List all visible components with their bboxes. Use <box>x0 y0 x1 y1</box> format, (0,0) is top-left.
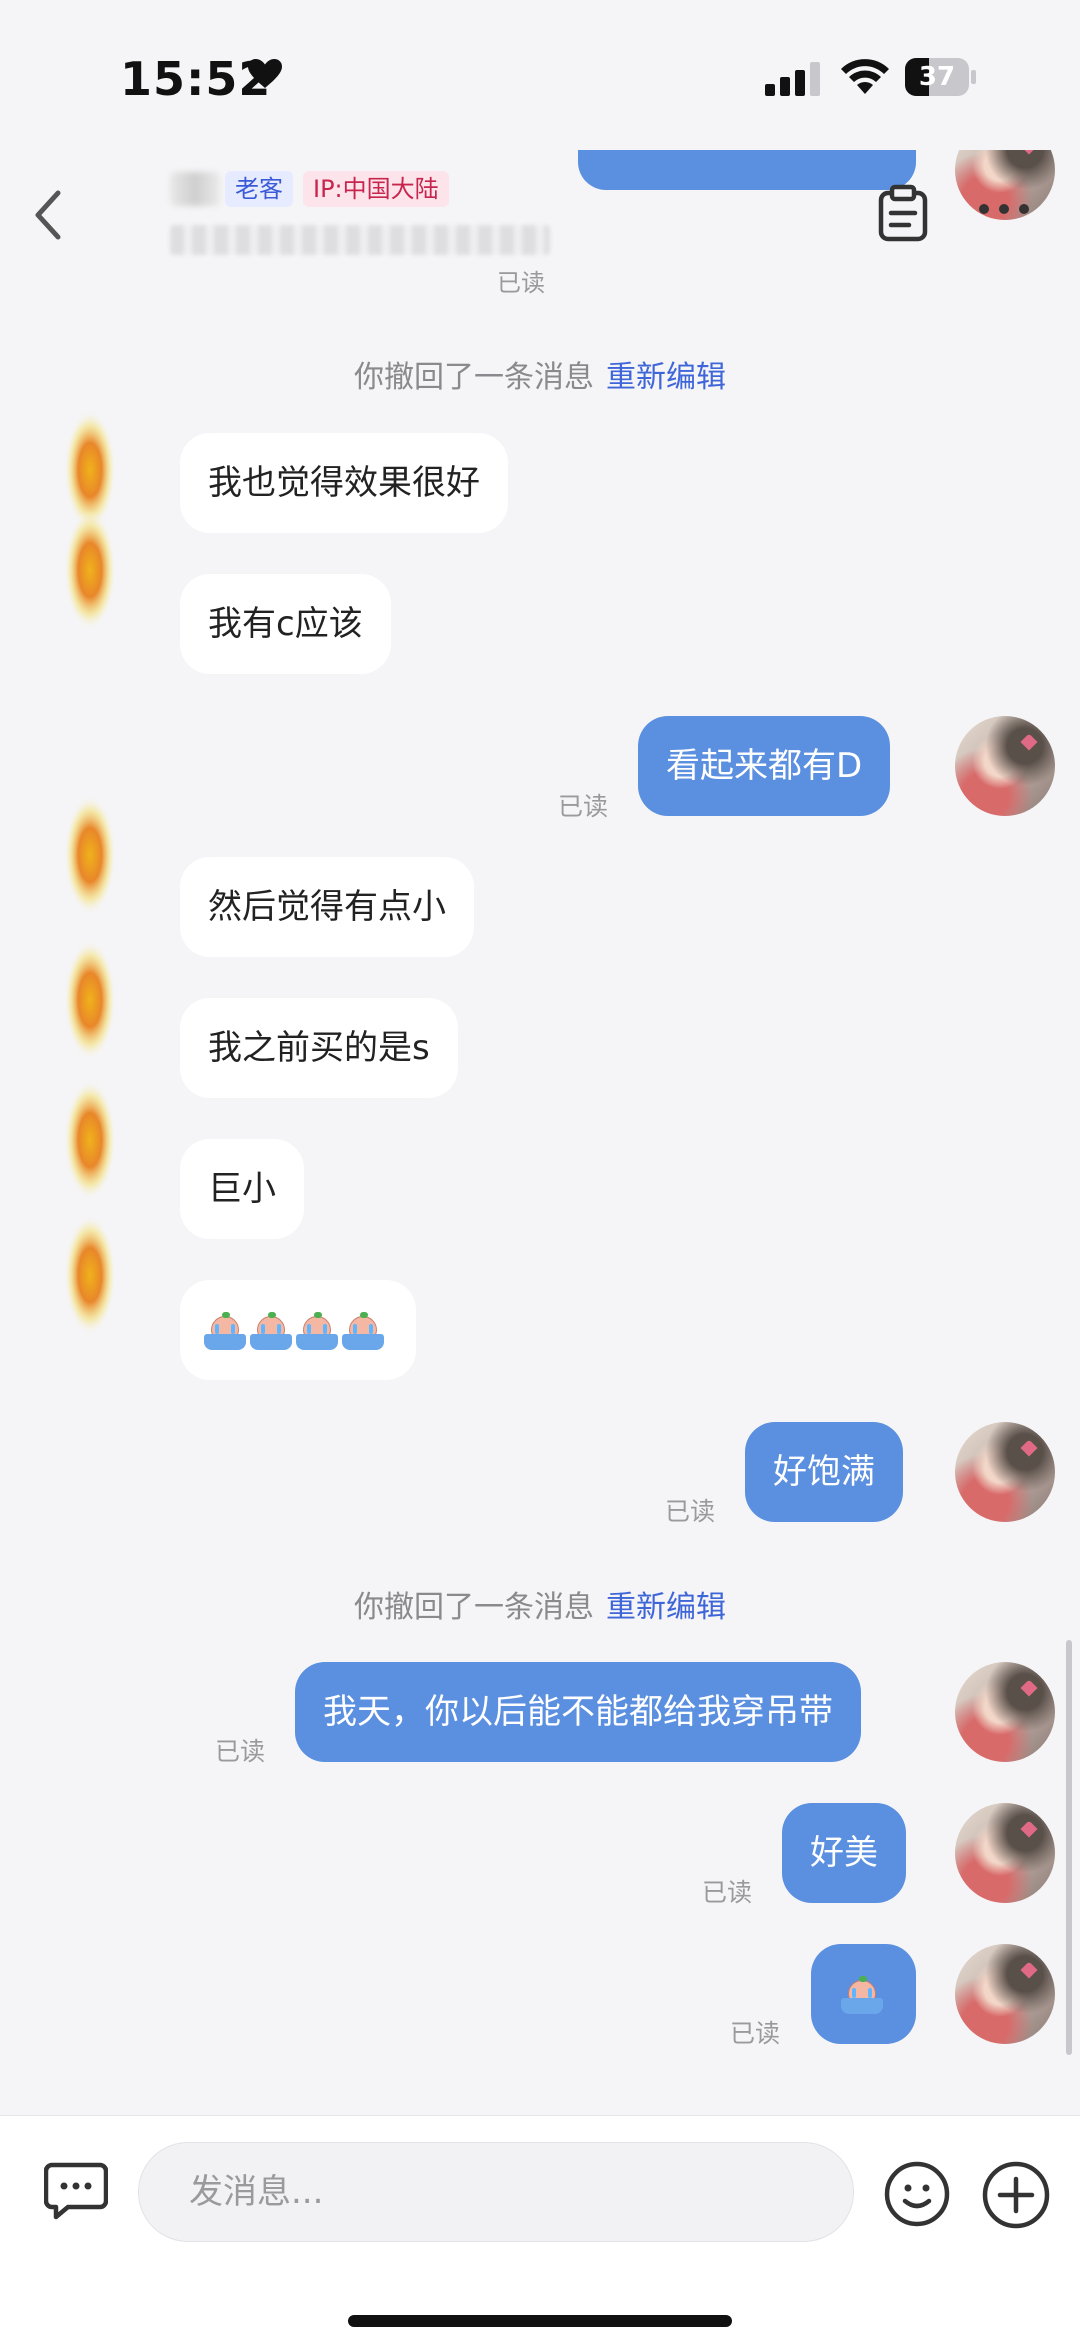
message-bubble-outgoing-sticker[interactable] <box>811 1944 916 2044</box>
message-bubble-incoming[interactable]: 我也觉得效果很好 <box>180 433 508 533</box>
contact-avatar[interactable] <box>50 935 130 1065</box>
battery-icon: 37 <box>905 58 977 96</box>
cellular-signal-icon <box>765 62 820 96</box>
contact-avatar[interactable] <box>50 1075 130 1205</box>
contact-avatar[interactable] <box>50 505 130 635</box>
message-bubble-outgoing[interactable]: 好饱满 <box>745 1422 903 1522</box>
my-avatar[interactable] <box>955 1422 1055 1522</box>
contact-avatar[interactable] <box>50 1210 130 1340</box>
crying-bath-emoji-icon <box>204 1311 246 1352</box>
message-bubble-incoming[interactable]: 巨小 <box>180 1139 304 1239</box>
tag-returning-customer: 老客 <box>225 171 293 207</box>
message-bubble-outgoing[interactable]: 好美 <box>782 1803 906 1903</box>
system-message-recalled: 你撤回了一条消息 重新编辑 <box>0 352 1080 396</box>
read-status: 已读 <box>558 792 609 821</box>
read-status: 已读 <box>730 2019 781 2048</box>
emoji-icon[interactable] <box>884 2161 950 2227</box>
contact-subtitle-blurred <box>170 225 550 255</box>
message-bubble-outgoing[interactable]: 看起来都有D <box>638 716 891 816</box>
message-bubble-incoming-stickers[interactable] <box>180 1280 416 1380</box>
message-bubble-incoming[interactable]: 我有c应该 <box>180 574 391 674</box>
re-edit-link[interactable]: 重新编辑 <box>606 1590 726 1625</box>
chat-bubble-icon[interactable] <box>44 2161 108 2221</box>
message-input-bar: 发消息... <box>0 2115 1080 2348</box>
message-bubble-incoming[interactable]: 我之前买的是s <box>180 998 458 1098</box>
message-bubble-incoming[interactable]: 然后觉得有点小 <box>180 857 474 957</box>
system-message-text: 你撤回了一条消息 <box>354 360 594 395</box>
status-bar: 15:52 37 <box>0 0 1080 150</box>
battery-percent: 37 <box>918 62 956 92</box>
add-icon[interactable] <box>982 2161 1050 2229</box>
chat-header: 老客 IP:中国大陆 <box>0 150 1080 300</box>
home-indicator <box>348 2315 732 2327</box>
read-status: 已读 <box>702 1878 753 1907</box>
contact-name-blurred <box>170 172 220 206</box>
crying-bath-emoji-icon <box>841 1975 883 2016</box>
read-status: 已读 <box>665 1497 716 1526</box>
back-arrow-icon[interactable] <box>30 185 66 245</box>
contact-avatar[interactable] <box>50 790 130 920</box>
tag-ip-location: IP:中国大陆 <box>303 171 449 207</box>
crying-bath-emoji-icon <box>250 1311 292 1352</box>
message-input-placeholder: 发消息... <box>189 2172 324 2212</box>
chat-scroll-area[interactable]: 已读 你撤回了一条消息 重新编辑 我也觉得效果很好 我有c应该 已读 看起来都有D… <box>0 150 1080 2110</box>
clipboard-icon[interactable] <box>877 183 929 243</box>
my-avatar[interactable] <box>955 1803 1055 1903</box>
heart-icon <box>248 59 282 88</box>
wifi-icon <box>841 59 889 94</box>
message-bubble-outgoing[interactable]: 我天，你以后能不能都给我穿吊带 <box>295 1662 861 1762</box>
more-icon[interactable] <box>978 202 1030 216</box>
crying-bath-emoji-icon <box>296 1311 338 1352</box>
message-input[interactable]: 发消息... <box>138 2142 854 2242</box>
re-edit-link[interactable]: 重新编辑 <box>606 360 726 395</box>
read-status: 已读 <box>215 1737 266 1766</box>
system-message-recalled: 你撤回了一条消息 重新编辑 <box>0 1582 1080 1626</box>
my-avatar[interactable] <box>955 716 1055 816</box>
system-message-text: 你撤回了一条消息 <box>354 1590 594 1625</box>
chat-scrollbar[interactable] <box>1066 1640 1072 2055</box>
my-avatar[interactable] <box>955 1662 1055 1762</box>
my-avatar[interactable] <box>955 1944 1055 2044</box>
crying-bath-emoji-icon <box>342 1311 384 1352</box>
